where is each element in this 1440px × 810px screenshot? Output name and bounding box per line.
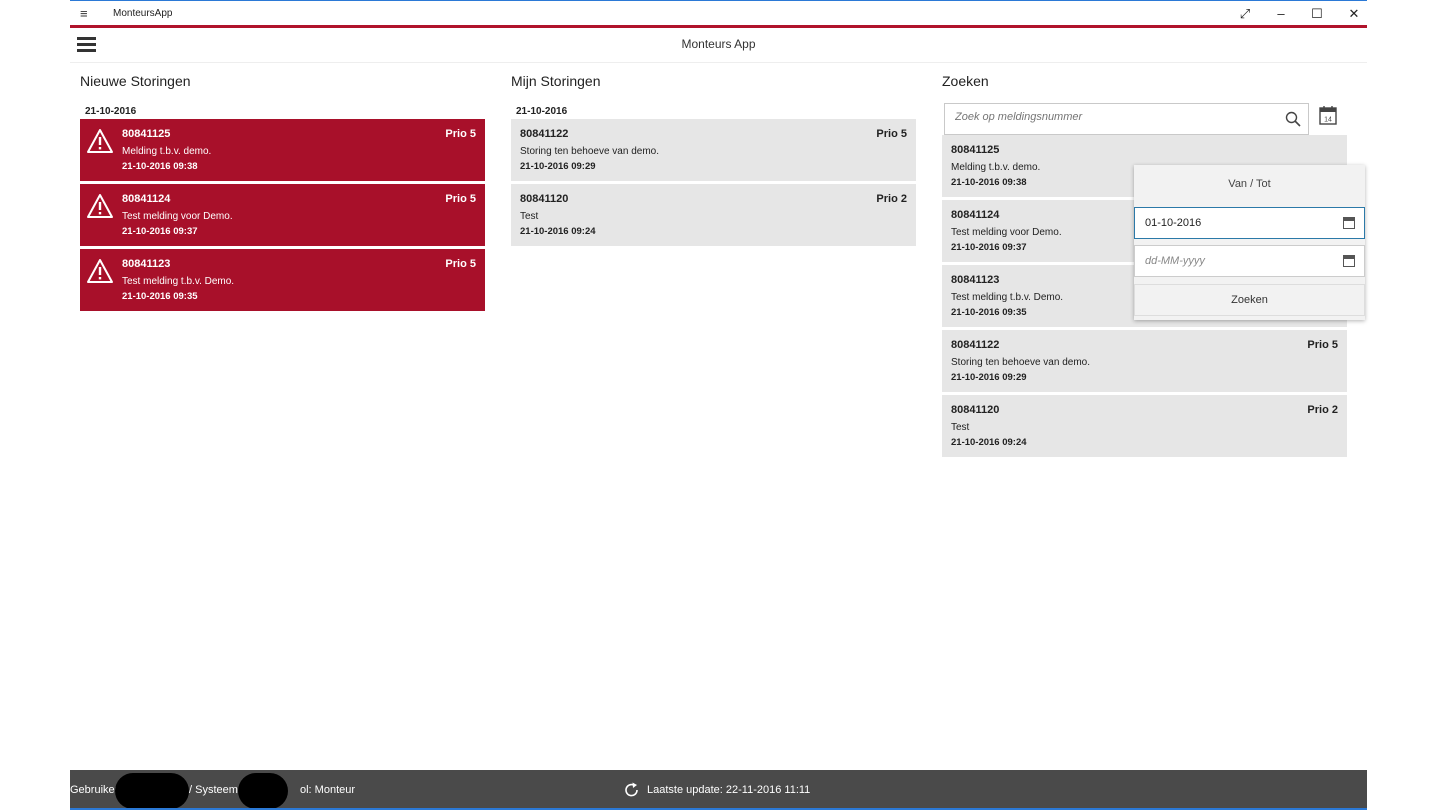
priority-label: Prio 2 <box>1307 404 1338 416</box>
calendar-icon[interactable] <box>1343 217 1355 229</box>
maximize-button[interactable]: ☐ <box>1299 4 1335 24</box>
date-range-popup: Van / Tot 01-10-2016 dd-MM-yyyy Zoeken <box>1134 165 1365 320</box>
search-row: 14 <box>942 99 1347 137</box>
priority-label: Prio 5 <box>1307 339 1338 351</box>
priority-label: Prio 5 <box>445 193 476 205</box>
melding-number: 80841124 <box>951 209 1000 221</box>
storing-card[interactable]: 80841125 Melding t.b.v. demo. 21-10-2016 0… <box>80 119 485 181</box>
user-label: Gebruiker <box>70 784 119 796</box>
from-date-value: 01-10-2016 <box>1145 217 1202 229</box>
search-icon[interactable] <box>1285 111 1301 127</box>
storing-card[interactable]: 80841124 Test melding voor Demo. 21-10-201… <box>80 184 485 246</box>
monteurs-app: ≡ MonteursApp ⤢ – ☐ ✕ Monteurs App Nieuw… <box>70 0 1367 810</box>
column-title: Zoeken <box>942 73 989 89</box>
melding-description: Test melding t.b.v. Demo. <box>951 292 1064 303</box>
system-label: / Systeem <box>189 784 238 796</box>
melding-description: Melding t.b.v. demo. <box>951 162 1041 173</box>
date-group-header: 21-10-2016 <box>85 106 137 117</box>
refresh-icon[interactable] <box>623 781 641 799</box>
to-date-placeholder: dd-MM-yyyy <box>1145 255 1205 267</box>
melding-description: Melding t.b.v. demo. <box>122 146 212 157</box>
melding-description: Storing ten behoeve van demo. <box>520 146 659 157</box>
close-button[interactable]: ✕ <box>1336 4 1372 24</box>
zoeken-button[interactable]: Zoeken <box>1134 284 1365 316</box>
melding-datetime: 21-10-2016 09:38 <box>122 161 198 172</box>
calendar-icon[interactable]: 14 <box>1319 105 1337 125</box>
redacted-system <box>238 773 288 809</box>
page-title: Monteurs App <box>681 37 756 51</box>
melding-number: 80841124 <box>122 193 171 205</box>
melding-datetime: 21-10-2016 09:29 <box>520 161 596 172</box>
storing-card[interactable]: 80841123 Test melding t.b.v. Demo. 21-10-2… <box>80 249 485 311</box>
status-bar: Gebruiker / Systeem ol: Monteur Laatste … <box>70 770 1367 810</box>
priority-label: Prio 5 <box>445 258 476 270</box>
to-date-field[interactable]: dd-MM-yyyy <box>1134 245 1365 277</box>
window-title: MonteursApp <box>113 8 173 19</box>
priority-label: Prio 2 <box>876 193 907 205</box>
storing-card[interactable]: 80841122 Storing ten behoeve van demo. 21-… <box>942 330 1347 392</box>
melding-datetime: 21-10-2016 09:37 <box>951 242 1027 253</box>
melding-number: 80841123 <box>122 258 171 270</box>
column-title: Nieuwe Storingen <box>80 73 191 89</box>
melding-number: 80841122 <box>520 128 569 140</box>
redacted-username <box>115 773 189 809</box>
date-group-header: 21-10-2016 <box>516 106 568 117</box>
warning-icon <box>87 194 113 218</box>
melding-datetime: 21-10-2016 09:35 <box>122 291 198 302</box>
melding-description: Test melding t.b.v. Demo. <box>122 276 235 287</box>
storing-card[interactable]: 80841120 Test 21-10-2016 09:24 Prio 2 <box>511 184 916 246</box>
svg-text:14: 14 <box>1324 117 1332 124</box>
melding-number: 80841120 <box>951 404 1000 416</box>
nieuwe-storingen-column: Nieuwe Storingen 21-10-2016 80841125 Meld… <box>80 63 485 314</box>
melding-number: 80841125 <box>122 128 171 140</box>
melding-description: Test <box>951 422 970 433</box>
melding-datetime: 21-10-2016 09:35 <box>951 307 1027 318</box>
calendar-icon[interactable] <box>1343 255 1355 267</box>
last-update-text: Laatste update: 22-11-2016 11:11 <box>647 784 811 796</box>
window-titlebar: ≡ MonteursApp ⤢ – ☐ ✕ <box>70 0 1367 26</box>
melding-number: 80841120 <box>520 193 569 205</box>
melding-number: 80841123 <box>951 274 1000 286</box>
mijn-storingen-column: Mijn Storingen 21-10-2016 80841122 Storin… <box>511 63 916 249</box>
popup-title: Van / Tot <box>1228 178 1271 190</box>
fullscreen-icon[interactable]: ⤢ <box>1227 4 1263 24</box>
search-box <box>944 103 1309 135</box>
priority-label: Prio 5 <box>876 128 907 140</box>
app-header: Monteurs App <box>70 28 1367 63</box>
storing-card[interactable]: 80841120 Test 21-10-2016 09:24 Prio 2 <box>942 395 1347 457</box>
melding-datetime: 21-10-2016 09:29 <box>951 372 1027 383</box>
priority-label: Prio 5 <box>445 128 476 140</box>
melding-description: Test melding voor Demo. <box>951 227 1062 238</box>
search-input[interactable] <box>955 111 1275 123</box>
melding-number: 80841125 <box>951 144 1000 156</box>
column-title: Mijn Storingen <box>511 73 601 89</box>
nieuwe-list: 80841125 Melding t.b.v. demo. 21-10-2016 0… <box>80 119 485 311</box>
window-menu-icon[interactable]: ≡ <box>80 6 88 21</box>
warning-icon <box>87 259 113 283</box>
melding-datetime: 21-10-2016 09:24 <box>951 437 1027 448</box>
melding-description: Storing ten behoeve van demo. <box>951 357 1090 368</box>
from-date-field[interactable]: 01-10-2016 <box>1134 207 1365 239</box>
melding-datetime: 21-10-2016 09:24 <box>520 226 596 237</box>
melding-number: 80841122 <box>951 339 1000 351</box>
role-label: ol: Monteur <box>300 784 356 796</box>
mijn-list: 80841122 Storing ten behoeve van demo. 21-… <box>511 119 916 246</box>
melding-description: Test melding voor Demo. <box>122 211 233 222</box>
minimize-button[interactable]: – <box>1263 4 1299 24</box>
melding-datetime: 21-10-2016 09:38 <box>951 177 1027 188</box>
warning-icon <box>87 129 113 153</box>
storing-card[interactable]: 80841122 Storing ten behoeve van demo. 21-… <box>511 119 916 181</box>
melding-datetime: 21-10-2016 09:37 <box>122 226 198 237</box>
melding-description: Test <box>520 211 539 222</box>
